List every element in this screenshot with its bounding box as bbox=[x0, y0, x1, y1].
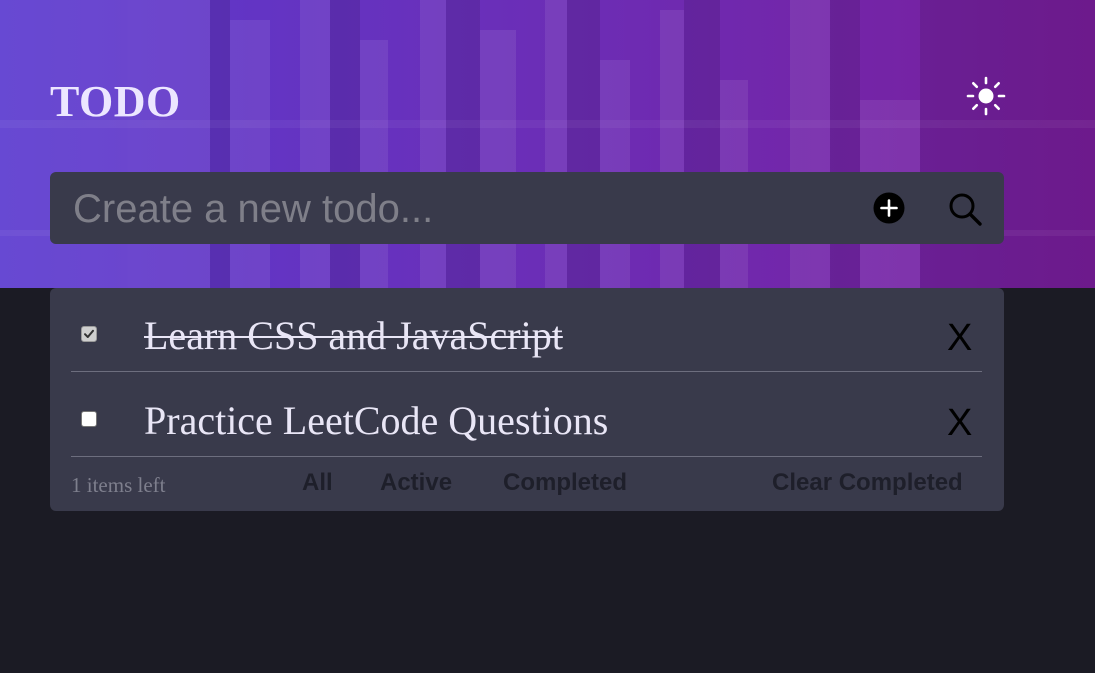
search-icon bbox=[949, 193, 982, 226]
new-todo-input[interactable] bbox=[71, 182, 845, 236]
clear-completed-button[interactable]: Clear Completed bbox=[772, 468, 963, 498]
add-circle-icon bbox=[873, 192, 905, 224]
search-button[interactable] bbox=[945, 189, 985, 229]
todo-item: Practice LeetCode Questions X bbox=[71, 373, 982, 457]
filter-completed[interactable]: Completed bbox=[503, 468, 627, 498]
sun-icon bbox=[966, 76, 1006, 116]
todo-checkbox[interactable] bbox=[81, 411, 97, 427]
delete-todo-button[interactable]: X bbox=[947, 401, 972, 445]
todo-text[interactable]: Practice LeetCode Questions bbox=[144, 397, 608, 445]
todo-checkbox-checked[interactable] bbox=[81, 326, 97, 342]
filter-active[interactable]: Active bbox=[380, 468, 452, 498]
new-todo-bar bbox=[50, 172, 1004, 244]
banner-background-image bbox=[0, 0, 1095, 288]
header-banner: TODO bbox=[0, 0, 1095, 288]
app-title: TODO bbox=[50, 77, 181, 126]
filter-all[interactable]: All bbox=[302, 468, 333, 498]
todo-item: Learn CSS and JavaScript X bbox=[71, 288, 982, 372]
todo-text[interactable]: Learn CSS and JavaScript bbox=[144, 312, 563, 360]
delete-todo-button[interactable]: X bbox=[947, 316, 972, 360]
theme-toggle-button[interactable] bbox=[964, 74, 1008, 118]
todo-list: Learn CSS and JavaScript X Practice Leet… bbox=[50, 288, 1004, 511]
checkmark-icon bbox=[84, 329, 94, 338]
add-todo-button[interactable] bbox=[872, 191, 906, 225]
items-left-count: 1 items left bbox=[71, 473, 166, 497]
